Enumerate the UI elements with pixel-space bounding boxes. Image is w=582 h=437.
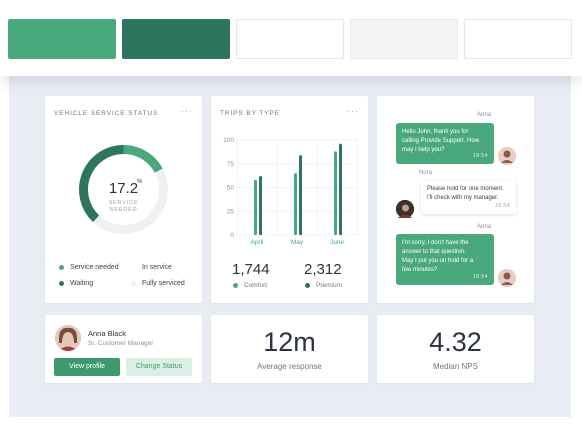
chat-sender-name: Anna <box>477 112 492 118</box>
chat-sender-name: Anna <box>477 224 492 230</box>
bar-premium-june <box>339 143 342 235</box>
agent-card: Anna Black Sr. Customer Manager View pro… <box>45 315 202 383</box>
comfort-legend: Comfort <box>233 282 267 289</box>
more-menu-icon[interactable]: ··· <box>181 106 193 116</box>
trips-by-type-card: TRIPS BY TYPE ··· 0 25 50 75 100 April May June… <box>211 96 368 303</box>
bar-comfort-april <box>254 179 257 235</box>
bubble-time: 18:54 <box>472 153 488 159</box>
stat-label: Average response <box>257 362 322 371</box>
bar-comfort-may <box>294 173 297 235</box>
bar-premium-may <box>299 155 302 235</box>
legend-label: Comfort <box>244 282 268 289</box>
chat-sender-name: Nora <box>419 170 433 176</box>
swatch-dark-green[interactable] <box>122 19 230 59</box>
stat-value: 12m <box>263 327 316 357</box>
average-response-card: 12m Average response <box>211 315 368 383</box>
legend-dot-icon <box>233 283 238 288</box>
y-tick-label: 50 <box>227 185 235 192</box>
x-tick-label: June <box>330 239 344 246</box>
chat-bubble-customer: Please hold for one moment. I'll check w… <box>421 180 516 214</box>
trips-bar-chart: 0 25 50 75 100 April May June <box>223 137 358 246</box>
bubble-time: 18:54 <box>472 274 488 280</box>
legend-label: Service needed <box>70 264 119 271</box>
donut-center-label: SERVICE NEEDED <box>45 200 202 214</box>
more-menu-icon[interactable]: ··· <box>347 106 359 116</box>
legend-dot-icon <box>305 283 310 288</box>
donut-label-line-1: SERVICE <box>108 200 139 206</box>
color-swatch-panel <box>0 0 582 76</box>
agent-avatar-icon <box>498 269 516 287</box>
premium-total: 2,312 <box>304 261 342 278</box>
legend-dot-icon <box>131 265 136 270</box>
premium-legend: Premium <box>305 282 342 289</box>
bubble-line: I'm sorry, I don't have the <box>402 240 469 246</box>
bubble-time: 18:54 <box>494 203 510 209</box>
donut-percent-value: 17.2 <box>108 180 139 197</box>
swatch-white-2[interactable] <box>464 19 572 59</box>
comfort-total: 1,744 <box>232 261 270 278</box>
legend-service-needed: Service needed <box>59 264 119 271</box>
legend-label: Fully serviced <box>142 280 185 287</box>
bar-premium-april <box>259 176 262 235</box>
vehicle-status-card: VEHICLE SERVICE STATUS ··· 17.2 % SERVIC… <box>45 96 202 303</box>
customer-avatar-icon <box>396 200 414 218</box>
change-status-button[interactable]: Change Status <box>126 358 192 376</box>
legend-label: Premium <box>316 282 343 289</box>
legend-in-service: In service <box>131 264 172 271</box>
legend-dot-icon <box>59 281 64 286</box>
chat-card: Anna Hello John, thank you for calling P… <box>377 96 534 303</box>
agent-avatar-icon <box>498 147 516 165</box>
swatch-light-gray[interactable] <box>350 19 458 59</box>
legend-label: Waiting <box>70 280 94 287</box>
legend-label: In service <box>142 264 172 271</box>
x-tick-label: May <box>291 239 304 246</box>
chat-bubble-agent: I'm sorry, I don't have the answer to th… <box>396 234 494 285</box>
bubble-line: calling Provide Support. How <box>402 138 480 144</box>
median-nps-card: 4.32 Median NPS <box>377 315 534 383</box>
card-title: TRIPS BY TYPE <box>220 110 280 117</box>
view-profile-button[interactable]: View profile <box>54 358 120 376</box>
chat-bubble-agent: Hello John, thank you for calling Provid… <box>396 123 494 164</box>
bubble-line: Hello John, thank you for <box>402 129 469 135</box>
stat-value: 4.32 <box>429 327 482 357</box>
agent-name: Anna Black <box>88 329 126 338</box>
screenshot-stage: VEHICLE SERVICE STATUS ··· 17.2 % SERVIC… <box>0 0 582 437</box>
swatch-green[interactable] <box>8 19 116 59</box>
y-tick-label: 75 <box>227 161 235 168</box>
donut-segment-service-needed <box>123 145 163 173</box>
legend-dot-icon <box>59 265 64 270</box>
legend-dot-icon <box>131 281 136 286</box>
legend-fully-serviced: Fully serviced <box>131 280 185 287</box>
y-tick-label: 100 <box>223 137 234 144</box>
y-tick-label: 25 <box>227 208 235 215</box>
agent-avatar <box>55 325 81 351</box>
swatch-white[interactable] <box>236 19 344 59</box>
stat-label: Median NPS <box>433 362 478 371</box>
x-tick-label: April <box>250 239 264 246</box>
bubble-line: May I put you on hold for a <box>402 258 474 264</box>
bar-comfort-june <box>334 151 337 235</box>
legend-waiting: Waiting <box>59 280 93 287</box>
donut-label-line-2: NEEDED <box>109 207 138 213</box>
bubble-line: answer to that question. <box>402 249 466 255</box>
agent-role: Sr. Customer Manager <box>88 340 154 347</box>
card-title: VEHICLE SERVICE STATUS <box>54 110 159 117</box>
y-tick-label: 0 <box>230 232 234 239</box>
bubble-line: Please hold for one moment. <box>427 186 504 192</box>
donut-percent-unit: % <box>137 179 143 185</box>
